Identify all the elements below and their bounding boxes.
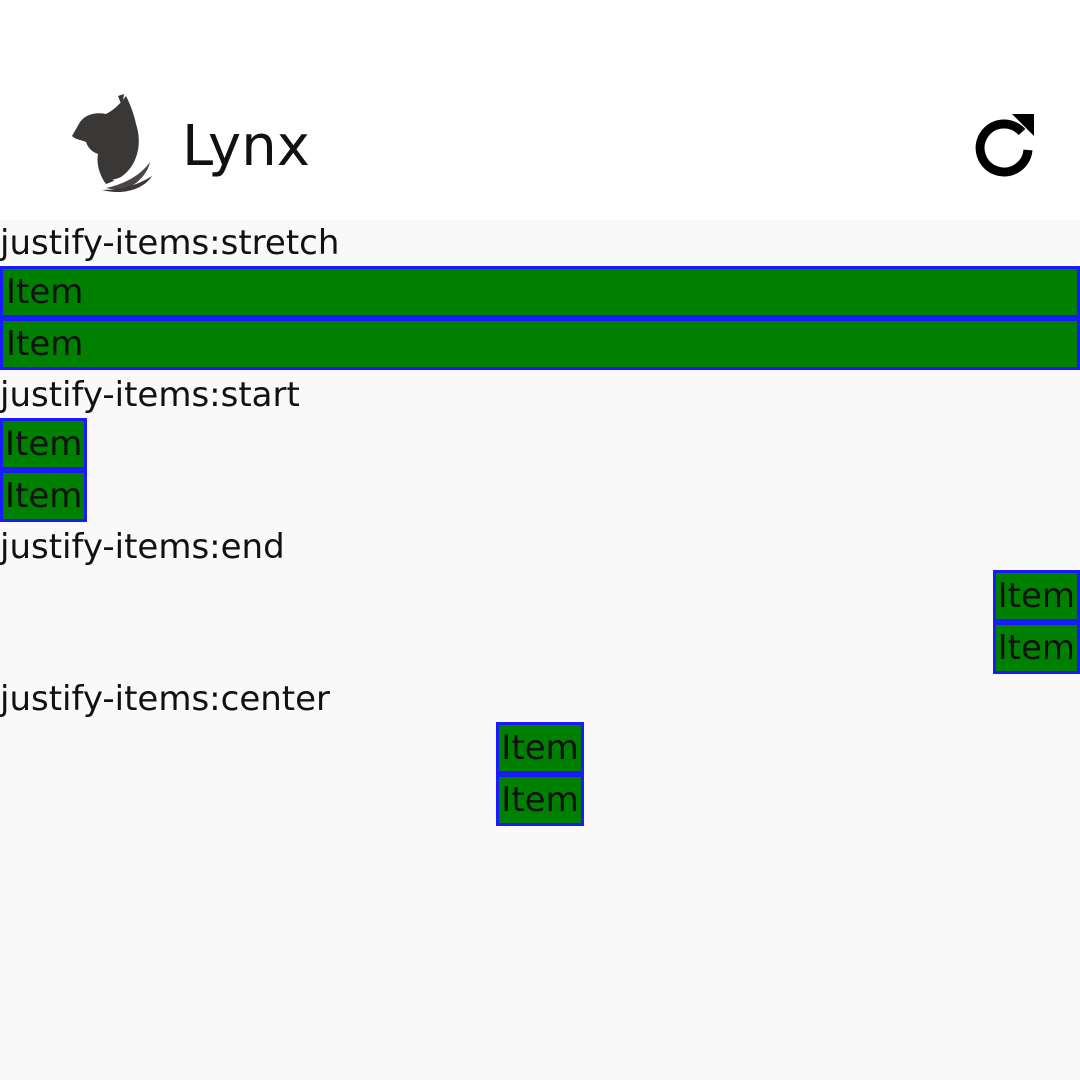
grid-item: Item — [496, 774, 584, 826]
section-label: justify-items:end — [0, 527, 285, 567]
app-title: Lynx — [182, 114, 310, 179]
lynx-logo-icon — [72, 94, 152, 192]
grid-item: Item — [0, 318, 1080, 370]
section-stretch: justify-items:stretch Item Item — [0, 220, 1080, 370]
grid-item: Item — [0, 266, 1080, 318]
section-start: justify-items:start Item Item — [0, 372, 1080, 522]
section-end: justify-items:end Item Item — [0, 524, 1080, 674]
grid-start: Item Item — [0, 418, 1080, 522]
main-content: justify-items:stretch Item Item justify-… — [0, 220, 1080, 1080]
section-label: justify-items:start — [0, 375, 300, 415]
grid-stretch: Item Item — [0, 266, 1080, 370]
section-center: justify-items:center Item Item — [0, 676, 1080, 826]
grid-item: Item — [0, 470, 88, 522]
app-header: Lynx — [0, 0, 1080, 220]
grid-center: Item Item — [0, 722, 1080, 826]
section-label: justify-items:center — [0, 679, 331, 719]
grid-item: Item — [992, 622, 1080, 674]
grid-item: Item — [496, 722, 584, 774]
grid-end: Item Item — [0, 570, 1080, 674]
grid-item: Item — [992, 570, 1080, 622]
grid-item: Item — [0, 418, 88, 470]
refresh-icon[interactable] — [968, 110, 1040, 182]
section-label: justify-items:stretch — [0, 223, 340, 263]
